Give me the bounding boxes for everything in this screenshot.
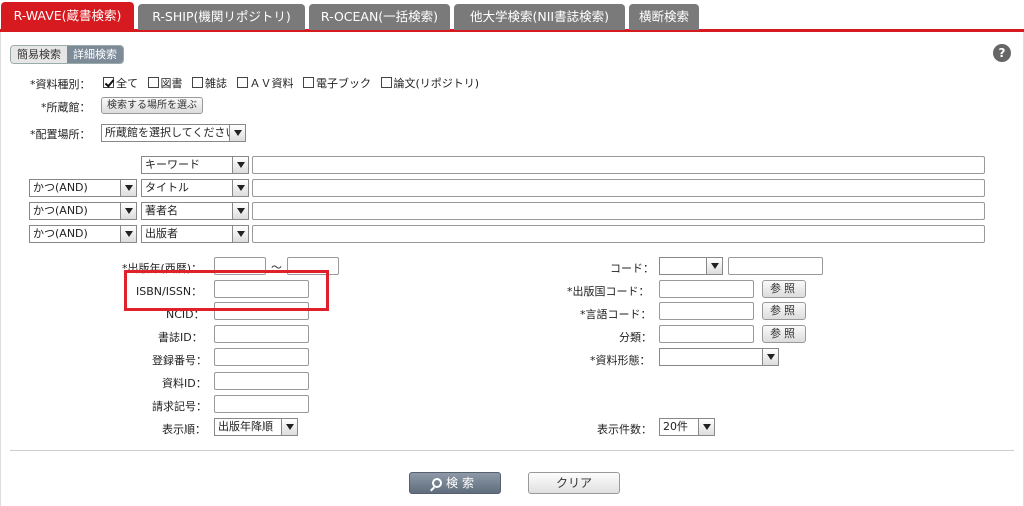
chevron-down-icon[interactable] <box>120 203 136 219</box>
material-type-options: 全て 図書 雑誌 ＡＶ資料 電子ブック 論文(リポジトリ) <box>103 75 485 91</box>
checkbox-icon[interactable] <box>147 77 159 88</box>
pub-country-ref-button[interactable]: 参照 <box>762 280 806 298</box>
field-select-4[interactable]: 出版者 <box>141 225 249 243</box>
chevron-down-icon[interactable] <box>120 226 136 242</box>
magnifier-icon <box>431 478 442 488</box>
operator-select-3[interactable]: かつ(AND) <box>29 202 137 220</box>
clear-button[interactable]: クリア <box>528 472 620 494</box>
code-input[interactable] <box>728 257 823 275</box>
tab-cross-search[interactable]: 横断検索 <box>629 4 699 30</box>
pub-country-input[interactable] <box>659 280 754 298</box>
checkbox-icon[interactable] <box>192 77 203 88</box>
chevron-down-icon[interactable] <box>698 419 714 435</box>
option-label: ＡＶ資料 <box>249 77 294 90</box>
option-label: 論文(リポジトリ) <box>393 77 480 90</box>
location-select-value: 所蔵館を選択してください <box>105 126 237 139</box>
chevron-down-icon[interactable] <box>706 258 722 274</box>
option-label: 電子ブック <box>316 77 371 90</box>
material-option-ebook[interactable]: 電子ブック <box>303 75 371 91</box>
operator-select-value: かつ(AND) <box>33 204 88 217</box>
chevron-down-icon[interactable] <box>762 349 778 365</box>
tab-r-wave[interactable]: R-WAVE(蔵書検索) <box>1 2 134 31</box>
location-select[interactable]: 所蔵館を選択してください <box>101 124 246 142</box>
material-option-book[interactable]: 図書 <box>147 75 183 91</box>
simple-search-button[interactable]: 簡易検索 <box>11 46 67 63</box>
lang-label: *言語コード： <box>580 308 652 321</box>
search-mode-toggle: 簡易検索 詳細検索 <box>10 45 124 64</box>
material-type-label: *資料種別： <box>30 78 91 91</box>
format-label: *資料形態： <box>590 354 651 367</box>
sort-select[interactable]: 出版年降順 <box>214 418 298 436</box>
call-no-input[interactable] <box>214 395 309 413</box>
field-select-value: キーワード <box>145 158 200 171</box>
help-icon[interactable]: ? <box>993 44 1011 62</box>
reg-no-input[interactable] <box>214 348 309 366</box>
field-select-value: 著者名 <box>145 204 178 217</box>
classification-ref-button[interactable]: 参照 <box>762 325 806 343</box>
count-select-value: 20件 <box>663 420 688 433</box>
code-label: コード： <box>610 262 654 275</box>
chevron-down-icon[interactable] <box>232 180 248 196</box>
pub-country-label: *出版国コード： <box>567 285 650 298</box>
operator-select-value: かつ(AND) <box>33 181 88 194</box>
field-select-3[interactable]: 著者名 <box>141 202 249 220</box>
option-label: 全て <box>116 77 138 90</box>
keyword-input-2[interactable] <box>252 179 985 197</box>
field-select-2[interactable]: タイトル <box>141 179 249 197</box>
bib-id-input[interactable] <box>214 325 309 343</box>
checkbox-icon[interactable] <box>103 77 114 88</box>
field-select-value: 出版者 <box>145 227 178 240</box>
tab-r-ship[interactable]: R-SHIP(機関リポジトリ) <box>138 4 305 30</box>
classification-label: 分類： <box>619 331 652 344</box>
keyword-input-4[interactable] <box>252 225 985 243</box>
count-select[interactable]: 20件 <box>659 418 715 436</box>
checkbox-icon[interactable] <box>303 77 314 88</box>
material-option-av[interactable]: ＡＶ資料 <box>236 75 294 91</box>
call-no-label: 請求記号： <box>152 400 207 413</box>
option-label: 雑誌 <box>205 77 227 90</box>
checkbox-icon[interactable] <box>236 77 248 88</box>
tab-nii-search[interactable]: 他大学検索(NII書誌検索) <box>454 4 625 30</box>
holding-library-label: *所蔵館： <box>41 101 91 114</box>
keyword-input-1[interactable] <box>252 156 985 174</box>
divider <box>10 450 1014 451</box>
sort-label: 表示順： <box>162 423 206 436</box>
chevron-down-icon[interactable] <box>281 419 297 435</box>
isbn-highlight-box <box>124 270 329 311</box>
chevron-down-icon[interactable] <box>232 203 248 219</box>
item-id-input[interactable] <box>214 372 309 390</box>
option-label: 図書 <box>160 77 183 90</box>
chevron-down-icon[interactable] <box>229 125 245 141</box>
operator-select-value: かつ(AND) <box>33 227 88 240</box>
search-button-label: 検索 <box>445 476 478 490</box>
keyword-input-3[interactable] <box>252 202 985 220</box>
location-label: *配置場所： <box>30 128 91 141</box>
field-select-1[interactable]: キーワード <box>141 156 249 174</box>
chevron-down-icon[interactable] <box>120 180 136 196</box>
sort-select-value: 出版年降順 <box>218 420 273 433</box>
material-option-journal[interactable]: 雑誌 <box>192 75 227 91</box>
operator-select-4[interactable]: かつ(AND) <box>29 225 137 243</box>
detailed-search-button[interactable]: 詳細検索 <box>67 46 123 63</box>
operator-select-2[interactable]: かつ(AND) <box>29 179 137 197</box>
classification-input[interactable] <box>659 325 754 343</box>
lang-input[interactable] <box>659 302 754 320</box>
bib-id-label: 書誌ID： <box>158 331 203 344</box>
chevron-down-icon[interactable] <box>232 157 248 173</box>
format-select[interactable] <box>659 348 779 366</box>
material-option-repository[interactable]: 論文(リポジトリ) <box>380 75 480 91</box>
material-option-all[interactable]: 全て <box>103 75 138 91</box>
count-label: 表示件数： <box>597 423 652 436</box>
select-location-button[interactable]: 検索する場所を選ぶ <box>101 97 203 114</box>
checkbox-icon[interactable] <box>380 77 392 88</box>
field-select-value: タイトル <box>145 181 189 194</box>
chevron-down-icon[interactable] <box>232 226 248 242</box>
reg-no-label: 登録番号： <box>152 354 207 367</box>
tab-bar: R-WAVE(蔵書検索) R-SHIP(機関リポジトリ) R-OCEAN(一括検… <box>0 0 1024 32</box>
search-button[interactable]: 検索 <box>409 472 501 494</box>
lang-ref-button[interactable]: 参照 <box>762 302 806 320</box>
code-select[interactable] <box>659 257 723 275</box>
tab-r-ocean[interactable]: R-OCEAN(一括検索) <box>309 4 450 30</box>
item-id-label: 資料ID： <box>162 377 207 390</box>
